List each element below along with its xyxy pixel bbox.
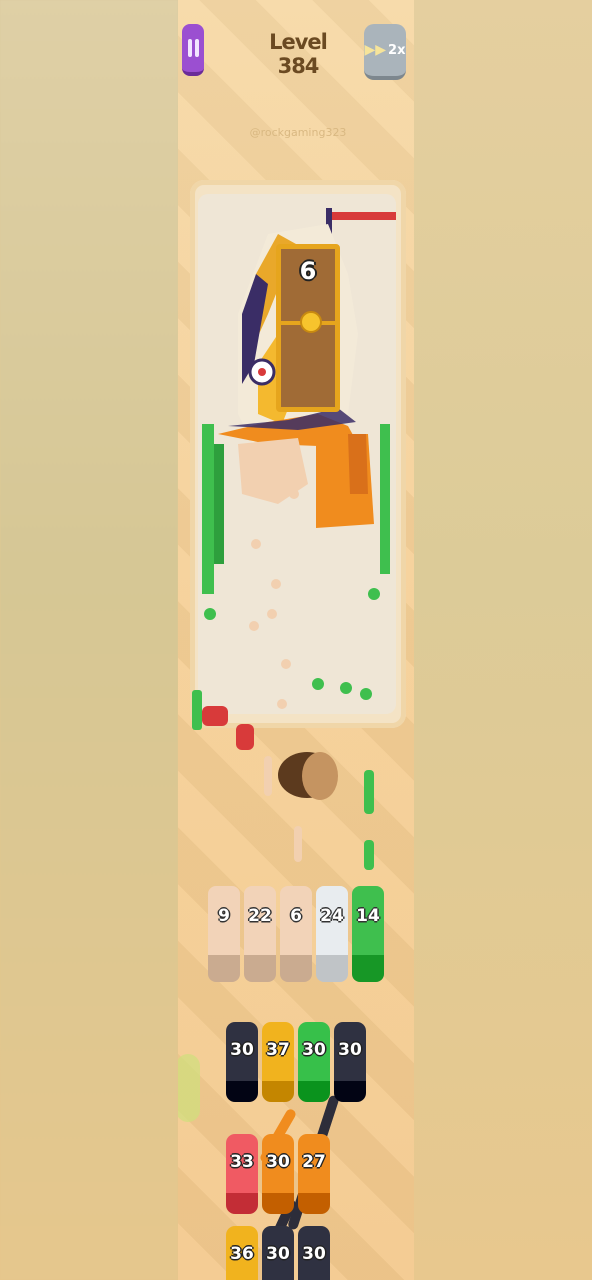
pause-button[interactable] — [182, 24, 204, 76]
collector-slot: 6 — [280, 886, 312, 982]
collector-slot: 22 — [244, 886, 276, 982]
green-pixels — [364, 770, 374, 814]
shooter-cube[interactable]: 30 — [262, 1134, 294, 1214]
shooter-cube[interactable]: 33 — [226, 1134, 258, 1214]
collector-slot: 24 — [316, 886, 348, 982]
shooter-cube[interactable]: 27 — [298, 1134, 330, 1214]
game-screen: Level 384 ▶▶ 2x @rockgaming323 6 9 22 6 … — [178, 0, 414, 1280]
collector-slot: 9 — [208, 886, 240, 982]
pause-icon — [187, 39, 192, 57]
speed-label: 2x — [388, 42, 406, 58]
watermark: @rockgaming323 — [249, 126, 347, 139]
skin-pixels — [264, 756, 272, 796]
shooter-cube[interactable]: 30 — [298, 1226, 330, 1280]
skin-pixels — [294, 826, 302, 862]
booster-bubble — [178, 1054, 200, 1122]
lock-icon — [300, 311, 322, 333]
fast-forward-icon: ▶▶ — [364, 42, 387, 58]
collector-slot: 14 — [352, 886, 384, 982]
shooter-cube[interactable]: 36 — [226, 1226, 258, 1280]
treasure-chest: 6 — [276, 244, 340, 412]
level-title: Level 384 — [269, 30, 328, 78]
green-pixels — [364, 840, 374, 870]
shooter-cube[interactable]: 30 — [298, 1022, 330, 1102]
shooter-cube[interactable]: 30 — [334, 1022, 366, 1102]
shooter-cube[interactable]: 30 — [262, 1226, 294, 1280]
shooter-cube[interactable]: 37 — [262, 1022, 294, 1102]
hole-lid — [302, 752, 338, 800]
green-pixels — [192, 690, 202, 730]
chest-counter: 6 — [299, 257, 317, 285]
speed-button[interactable]: ▶▶ 2x — [364, 24, 406, 80]
red-pixels — [202, 706, 228, 726]
shooter-cube[interactable]: 30 — [226, 1022, 258, 1102]
background-left — [0, 0, 178, 1280]
red-pixels — [236, 724, 254, 750]
background-right — [414, 0, 592, 1280]
